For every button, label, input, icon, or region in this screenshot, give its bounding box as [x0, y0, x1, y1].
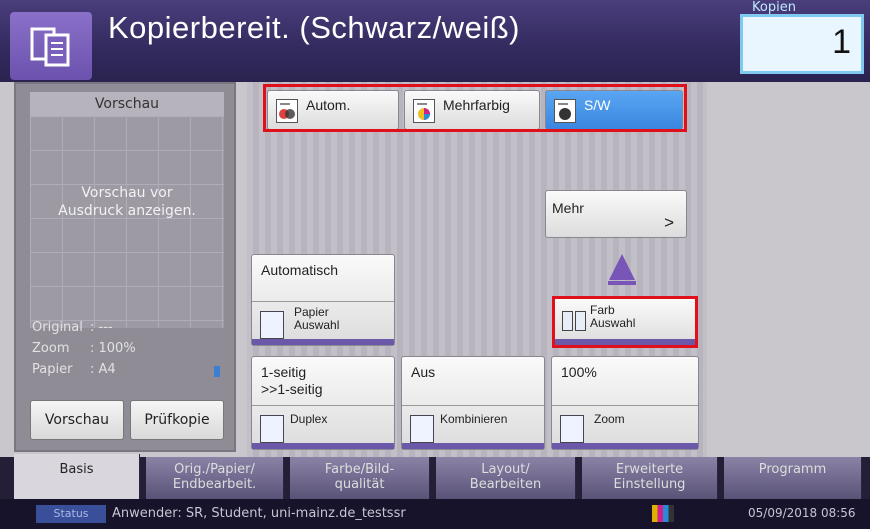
copies-input[interactable]: 1 — [740, 14, 864, 74]
tab-label: Basis — [59, 462, 94, 477]
combine-value: Aus — [411, 364, 436, 380]
copier-screen: Kopierbereit. (Schwarz/weiß) Kopien 1 Vo… — [0, 0, 870, 529]
info-value: : 100% — [90, 341, 136, 356]
tab-original-paper[interactable]: Orig./Papier/ Endbearbeit. — [146, 457, 284, 499]
paper-level-icon — [214, 366, 220, 377]
triangle-base — [608, 281, 636, 285]
main-settings-area: Autom. Mehrfarbig S/W Mehr > Automatisch — [247, 82, 707, 457]
tab-bar: Basis Orig./Papier/ Endbearbeit. Farbe/B… — [0, 454, 870, 499]
divider — [252, 405, 394, 406]
page-title: Kopierbereit. (Schwarz/weiß) — [108, 10, 520, 45]
toner-icon — [652, 505, 674, 522]
tab-label-line2: qualität — [334, 477, 385, 492]
info-key: Papier — [32, 362, 73, 377]
copies-label: Kopien — [752, 0, 796, 15]
preview-panel: Vorschau Vorschau vor Ausdruck anzeigen.… — [14, 82, 236, 452]
tab-label-line1: Orig./Papier/ — [174, 462, 255, 477]
user-info: Anwender: SR, Student, uni-mainz.de_test… — [112, 506, 406, 521]
highlight-frame-color-modes — [263, 84, 687, 132]
preview-area — [30, 116, 224, 328]
accent-bar — [402, 443, 544, 449]
tab-label-line2: Einstellung — [613, 477, 686, 492]
tab-label-line1: Layout/ — [481, 462, 530, 477]
paper-label-line2: Auswahl — [294, 318, 340, 332]
duplex-value-line1: 1-seitig — [261, 364, 307, 380]
accent-bar — [252, 339, 394, 345]
date-time: 05/09/2018 08:56 — [748, 506, 856, 520]
chevron-right-icon: > — [664, 213, 674, 232]
combine-label: Kombinieren — [440, 412, 508, 426]
tab-label: Programm — [758, 462, 827, 477]
combine-icon — [410, 415, 434, 443]
zoom-label: Zoom — [594, 412, 625, 426]
tab-program[interactable]: Programm — [724, 457, 862, 499]
zoom-icon — [560, 415, 584, 443]
tab-layout[interactable]: Layout/ Bearbeiten — [436, 457, 576, 499]
paper-value: Automatisch — [261, 262, 339, 278]
preview-button[interactable]: Vorschau — [30, 400, 124, 440]
duplex-icon — [260, 415, 284, 443]
triangle-up-icon — [609, 254, 635, 280]
preview-message: Vorschau vor Ausdruck anzeigen. — [30, 184, 224, 220]
divider — [402, 405, 544, 406]
tab-advanced[interactable]: Erweiterte Einstellung — [582, 457, 718, 499]
tab-label-line2: Bearbeiten — [469, 477, 542, 492]
paper-label: Papier Auswahl — [294, 306, 339, 332]
duplex-value: 1-seitig >>1-seitig — [261, 364, 322, 398]
paper-select-button[interactable]: Automatisch Papier Auswahl — [251, 254, 395, 346]
duplex-button[interactable]: 1-seitig >>1-seitig Duplex — [251, 356, 395, 450]
status-button[interactable]: Status — [36, 505, 106, 523]
divider — [252, 301, 394, 302]
more-label: Mehr — [552, 200, 584, 216]
copy-icon — [10, 12, 92, 80]
header-bar: Kopierbereit. (Schwarz/weiß) Kopien 1 — [0, 0, 870, 82]
preview-message-line2: Ausdruck anzeigen. — [58, 203, 196, 219]
duplex-label: Duplex — [290, 412, 328, 426]
info-row-zoom: Zoom : 100% — [30, 341, 224, 361]
preview-message-line1: Vorschau vor — [81, 185, 173, 201]
status-bar: Status Anwender: SR, Student, uni-mainz.… — [0, 499, 870, 529]
info-value: : --- — [90, 320, 113, 335]
info-key: Original — [32, 320, 83, 335]
zoom-button[interactable]: 100% Zoom — [551, 356, 699, 450]
tab-label-line1: Erweiterte — [615, 462, 684, 477]
info-row-original: Original : --- — [30, 320, 224, 340]
info-row-paper: Papier : A4 — [30, 362, 224, 382]
duplex-value-line2: >>1-seitig — [261, 381, 323, 397]
info-key: Zoom — [32, 341, 70, 356]
tab-basis[interactable]: Basis — [14, 454, 140, 499]
tab-label-line1: Farbe/Bild- — [324, 462, 395, 477]
zoom-value: 100% — [561, 364, 597, 380]
divider — [552, 405, 698, 406]
accent-bar — [252, 443, 394, 449]
highlight-frame-color-select — [552, 296, 698, 348]
tab-label-line2: Endbearbeit. — [172, 477, 257, 492]
paper-tray-icon — [260, 311, 284, 339]
info-value: : A4 — [90, 362, 116, 377]
tab-color-image[interactable]: Farbe/Bild- qualität — [290, 457, 430, 499]
proof-copy-button[interactable]: Prüfkopie — [130, 400, 224, 440]
preview-title: Vorschau — [30, 92, 224, 116]
accent-bar — [552, 443, 698, 449]
more-button[interactable]: Mehr > — [545, 190, 687, 238]
combine-button[interactable]: Aus Kombinieren — [401, 356, 545, 450]
